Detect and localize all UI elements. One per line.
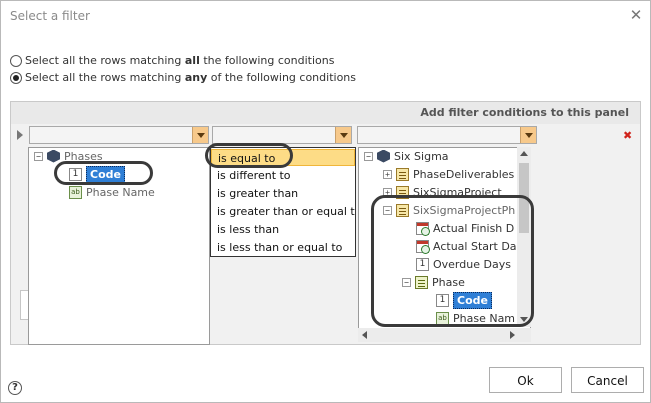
value-tree-root-label: Six Sigma	[394, 149, 449, 163]
operator-item[interactable]: is equal to	[211, 149, 355, 166]
value-tree-item[interactable]: Actual Start Da	[416, 237, 517, 255]
expand-icon[interactable]: +	[383, 187, 392, 197]
operator-dropdown-arrow-icon[interactable]	[335, 127, 351, 143]
field-tree-root[interactable]: − Phases	[34, 147, 103, 165]
value-tree-item-label: Overdue Days	[433, 257, 511, 271]
number-field-icon: 1	[416, 257, 429, 271]
list-entity-icon	[415, 275, 428, 289]
scroll-left-icon[interactable]	[362, 331, 367, 339]
match-all-suffix: the following conditions	[199, 54, 335, 67]
operator-list: is equal to is different to is greater t…	[210, 147, 356, 257]
scroll-down-icon[interactable]	[520, 317, 528, 322]
collapse-icon[interactable]: −	[34, 151, 43, 161]
match-all-prefix: Select all the rows matching	[25, 54, 185, 67]
value-tree-vertical-scrollbar[interactable]	[517, 147, 531, 327]
value-tree-item-label: Phase Nam	[453, 311, 516, 325]
value-tree-item[interactable]: − SixSigmaProjectPh	[383, 201, 515, 219]
field-tree-item-code[interactable]: 1 Code	[69, 165, 125, 183]
scroll-right-icon[interactable]	[510, 331, 515, 339]
value-tree-item-label: Actual Start Da	[433, 239, 517, 253]
panel-header-text: Add filter conditions to this panel	[420, 106, 629, 119]
panel-header: Add filter conditions to this panel	[11, 102, 640, 124]
cancel-button[interactable]: Cancel	[571, 367, 644, 393]
operator-item[interactable]: is different to	[217, 167, 291, 184]
operator-item[interactable]: is greater than or equal t	[217, 203, 355, 220]
match-any-option[interactable]: Select all the rows matching any of the …	[10, 71, 356, 84]
help-icon[interactable]: ?	[8, 381, 22, 395]
date-field-icon	[416, 221, 430, 236]
field-tree-item-phase-name[interactable]: ab Phase Name	[69, 183, 155, 201]
value-tree-item-label: SixSigmaProject	[413, 185, 502, 199]
match-any-keyword: any	[184, 71, 208, 84]
expand-icon[interactable]: +	[383, 169, 392, 179]
collapse-icon[interactable]: −	[402, 277, 411, 287]
date-field-icon	[416, 239, 430, 254]
value-tree: − Six Sigma + PhaseDeliverables + SixSig…	[358, 147, 531, 341]
value-dropdown[interactable]	[357, 126, 537, 144]
value-tree-item[interactable]: 1 Overdue Days	[416, 255, 511, 273]
entity-icon	[396, 167, 409, 181]
dialog-title: Select a filter	[10, 9, 90, 23]
field-dropdown[interactable]	[29, 126, 209, 144]
value-tree-item[interactable]: Actual Finish D	[416, 219, 514, 237]
match-any-suffix: of the following conditions	[207, 71, 356, 84]
field-tree: − Phases 1 Code ab Phase Name	[28, 147, 210, 345]
field-tree-item-label: Code	[86, 165, 125, 183]
value-tree-root[interactable]: − Six Sigma	[364, 148, 449, 165]
number-field-icon: 1	[436, 293, 449, 307]
entity-icon	[396, 203, 409, 217]
ok-button[interactable]: Ok	[489, 367, 562, 393]
scroll-up-icon[interactable]	[520, 151, 528, 156]
close-icon[interactable]: ✕	[628, 7, 644, 23]
value-tree-item[interactable]: ab Phase Nam	[436, 309, 515, 327]
collapse-icon[interactable]: −	[383, 205, 392, 215]
entity-icon	[396, 185, 409, 199]
value-tree-item[interactable]: + PhaseDeliverables	[383, 165, 514, 183]
operator-item[interactable]: is less than	[217, 221, 279, 238]
value-tree-item[interactable]: + SixSigmaProject	[383, 183, 502, 201]
hexagon-entity-icon	[47, 149, 60, 163]
value-tree-item-label: Code	[453, 291, 492, 309]
scroll-thumb[interactable]	[519, 163, 529, 233]
value-dropdown-arrow-icon[interactable]	[520, 127, 536, 143]
text-field-icon: ab	[69, 185, 82, 199]
collapse-icon[interactable]: −	[364, 151, 373, 161]
delete-condition-icon[interactable]: ✖	[623, 129, 632, 142]
value-tree-item[interactable]: 1 Code	[436, 291, 492, 309]
row-indicator-icon	[17, 130, 23, 140]
operator-item[interactable]: is greater than	[217, 185, 298, 202]
select-filter-dialog: Select a filter ✕ Select all the rows ma…	[0, 0, 651, 403]
value-tree-item[interactable]: − Phase	[402, 273, 465, 291]
field-tree-root-label: Phases	[64, 149, 103, 163]
operator-item[interactable]: is less than or equal to	[217, 239, 342, 256]
match-any-prefix: Select all the rows matching	[25, 71, 185, 84]
value-tree-item-label: Actual Finish D	[433, 221, 515, 235]
value-tree-item-label: SixSigmaProjectPh	[413, 203, 516, 217]
match-all-keyword: all	[184, 54, 200, 67]
field-tree-item-label: Phase Name	[86, 185, 155, 199]
value-tree-horizontal-scrollbar[interactable]	[358, 328, 531, 342]
number-field-icon: 1	[69, 167, 82, 181]
match-all-option[interactable]: Select all the rows matching all the fol…	[10, 54, 334, 67]
operator-dropdown[interactable]	[212, 126, 352, 144]
hexagon-entity-icon	[377, 149, 390, 163]
field-dropdown-arrow-icon[interactable]	[192, 127, 208, 143]
text-field-icon: ab	[436, 311, 449, 325]
value-tree-item-label: PhaseDeliverables	[413, 167, 515, 181]
value-tree-item-label: Phase	[432, 275, 465, 289]
match-all-radio[interactable]	[10, 54, 22, 67]
match-any-radio[interactable]	[10, 71, 22, 84]
